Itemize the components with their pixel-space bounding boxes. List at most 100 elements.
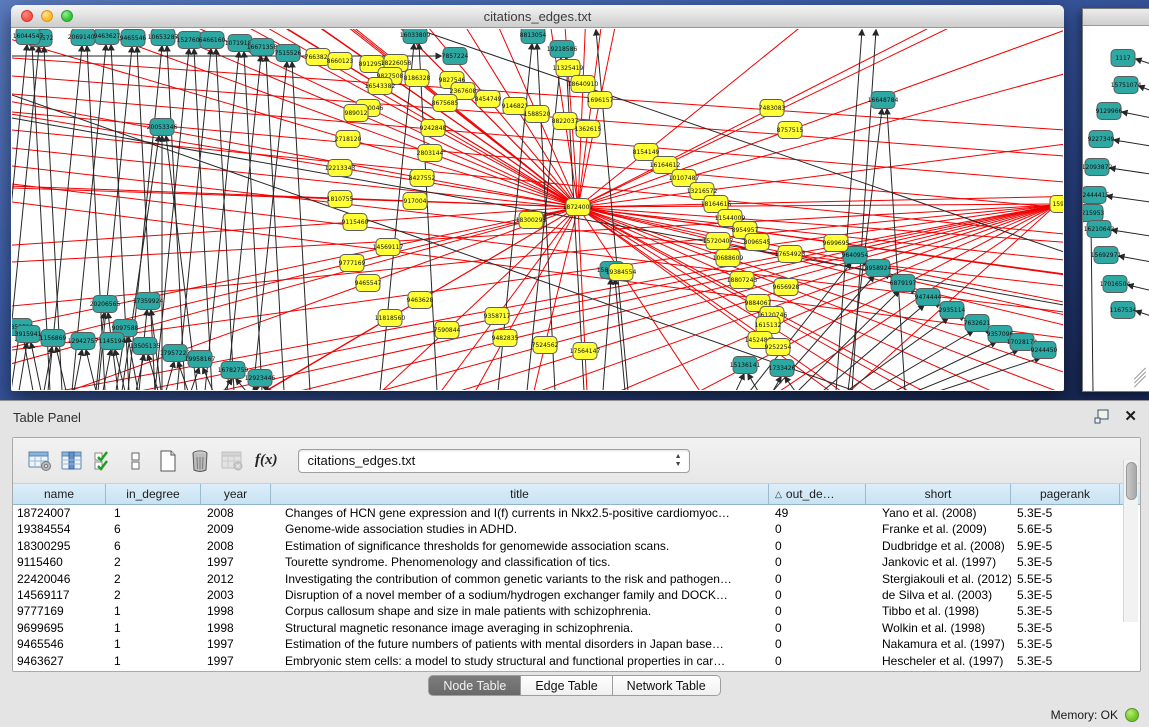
- table-row[interactable]: 1456911722003Disruption of a novel membe…: [13, 587, 1140, 603]
- graph-node[interactable]: 18724007: [563, 199, 594, 216]
- graph-node[interactable]: 9252254: [765, 339, 792, 356]
- graph-node[interactable]: 11818560: [375, 310, 406, 327]
- graph-node[interactable]: 2935114: [939, 302, 966, 319]
- graph-node[interactable]: 18807243: [727, 272, 758, 289]
- graph-node[interactable]: 917004: [403, 193, 427, 210]
- graph-node[interactable]: 20206565: [90, 296, 121, 313]
- graph-node[interactable]: 7632621: [964, 315, 991, 332]
- column-header-short[interactable]: short: [866, 484, 1011, 504]
- graph-node[interactable]: 7515526: [275, 45, 302, 62]
- graph-node[interactable]: 19218586: [547, 41, 578, 58]
- graph-node[interactable]: 6879197: [890, 275, 917, 292]
- graph-node[interactable]: 8186328: [404, 70, 431, 87]
- graph-node[interactable]: 17654923: [775, 246, 806, 263]
- graph-node[interactable]: 11325419: [553, 60, 584, 77]
- graph-node[interactable]: 9482835: [492, 330, 519, 347]
- graph-node[interactable]: 16671358: [247, 39, 278, 56]
- graph-node[interactable]: 8813054: [520, 29, 547, 44]
- select-rows-icon[interactable]: [89, 446, 119, 476]
- graph-node[interactable]: 12444415: [1083, 187, 1109, 204]
- graph-node[interactable]: 6466160: [199, 32, 226, 49]
- graph-node[interactable]: 12093872: [1083, 159, 1112, 176]
- column-header-pagerank[interactable]: pagerank: [1011, 484, 1120, 504]
- graph-node[interactable]: 1145194: [99, 333, 126, 350]
- graph-node[interactable]: 9656928: [773, 279, 800, 296]
- clear-selection-icon[interactable]: [121, 446, 151, 476]
- column-header-name[interactable]: name: [13, 484, 106, 504]
- tab-network-table[interactable]: Network Table: [613, 675, 721, 696]
- table-row[interactable]: 1872400712008Changes of HCN gene express…: [13, 505, 1140, 521]
- graph-node[interactable]: 9465547: [355, 275, 382, 292]
- graph-node[interactable]: 15720407: [703, 233, 734, 250]
- graph-node[interactable]: 10653287: [148, 29, 179, 46]
- graph-node[interactable]: 15751074: [1111, 77, 1142, 94]
- graph-node[interactable]: 14569117: [373, 239, 404, 256]
- graph-node[interactable]: 7590844: [434, 322, 461, 339]
- graph-node[interactable]: 1733426: [769, 360, 796, 377]
- column-header-title[interactable]: title: [271, 484, 769, 504]
- graph-node[interactable]: 9129966: [1096, 103, 1123, 120]
- table-scrollbar[interactable]: [1123, 460, 1138, 622]
- table-selector-dropdown[interactable]: citations_edges.txt ▲▼: [298, 449, 690, 473]
- graph-node[interactable]: 16044547: [13, 29, 44, 45]
- graph-node[interactable]: 20053346: [147, 119, 178, 136]
- graph-node[interactable]: 17016504: [1100, 276, 1131, 293]
- delete-rows-icon[interactable]: [185, 446, 215, 476]
- graph-node[interactable]: 7483083: [759, 100, 786, 117]
- graph-node[interactable]: 13505135: [130, 338, 161, 355]
- function-icon[interactable]: f(x): [249, 452, 286, 469]
- graph-node[interactable]: 12213343: [325, 160, 356, 177]
- table-settings-icon[interactable]: [25, 446, 55, 476]
- graph-node[interactable]: 15136141: [730, 357, 761, 374]
- graph-node[interactable]: 17359924: [133, 293, 164, 310]
- graph-node[interactable]: 9465546: [120, 30, 147, 47]
- close-panel-icon[interactable]: ✕: [1124, 410, 1137, 424]
- table-column-icon[interactable]: [57, 446, 87, 476]
- table-row[interactable]: 977716911998Corpus callosum shape and si…: [13, 603, 1140, 619]
- graph-node[interactable]: 8215953: [1083, 205, 1105, 222]
- graph-node[interactable]: 7857224: [442, 48, 469, 65]
- table-row[interactable]: 2242004622012Investigating the contribut…: [13, 571, 1140, 587]
- table-row[interactable]: 1938455462009Genome-wide association stu…: [13, 521, 1140, 537]
- scrollbar-thumb[interactable]: [1126, 462, 1137, 500]
- graph-node[interactable]: 19958167: [185, 351, 216, 368]
- network-svg[interactable]: 9405572206914061604454710653287152760264…: [12, 29, 1063, 390]
- new-table-icon[interactable]: [153, 446, 183, 476]
- graph-node[interactable]: 9463627: [94, 29, 121, 45]
- graph-node[interactable]: 1167534: [1110, 302, 1137, 319]
- graph-node[interactable]: 1615132: [755, 317, 782, 334]
- table-row[interactable]: 1830029562008Estimation of significance …: [13, 538, 1140, 554]
- column-header-year[interactable]: year: [201, 484, 271, 504]
- graph-node[interactable]: 9242848: [420, 120, 447, 137]
- graph-node[interactable]: 9699695: [823, 235, 850, 252]
- tab-node-table[interactable]: Node Table: [428, 675, 521, 696]
- graph-node[interactable]: 8427552: [409, 170, 436, 187]
- table-row[interactable]: 911546021997Tourette syndrome. Phenomeno…: [13, 554, 1140, 570]
- graph-node[interactable]: 8454749: [475, 91, 502, 108]
- graph-node[interactable]: 1156869: [40, 330, 67, 347]
- graph-node[interactable]: 3915941: [15, 326, 42, 343]
- table-row[interactable]: 969969511998Structural magnetic resonanc…: [13, 620, 1140, 636]
- graph-node[interactable]: 16543382: [365, 78, 396, 95]
- graph-node[interactable]: 1696157: [587, 92, 614, 109]
- graph-node[interactable]: 8660123: [327, 53, 354, 70]
- graph-node[interactable]: 9227349: [1088, 131, 1115, 148]
- table-row[interactable]: 946554611997Estimation of the future num…: [13, 636, 1140, 652]
- graph-node[interactable]: 18300295: [516, 212, 547, 229]
- graph-node[interactable]: 19384554: [606, 264, 637, 281]
- graph-node[interactable]: 17564147: [570, 343, 601, 360]
- graph-node[interactable]: 7524562: [532, 337, 559, 354]
- background-network-svg[interactable]: 1117157510749129966922734912093872124444…: [1083, 27, 1149, 391]
- graph-node[interactable]: 989012: [344, 105, 368, 122]
- graph-node[interactable]: 9244450: [1031, 342, 1058, 359]
- graph-node[interactable]: 8096545: [744, 234, 771, 251]
- graph-node[interactable]: 8757515: [777, 122, 804, 139]
- graph-node[interactable]: 10688609: [713, 250, 744, 267]
- graph-node[interactable]: 1588520: [524, 106, 551, 123]
- column-header-outde[interactable]: △out_de…: [769, 484, 866, 504]
- column-header-indegree[interactable]: in_degree: [106, 484, 201, 504]
- graph-node[interactable]: 8675685: [432, 95, 459, 112]
- graph-node[interactable]: 16210643: [1084, 221, 1115, 238]
- graph-node[interactable]: 12923446: [245, 370, 276, 387]
- graph-node[interactable]: 18640910: [568, 76, 599, 93]
